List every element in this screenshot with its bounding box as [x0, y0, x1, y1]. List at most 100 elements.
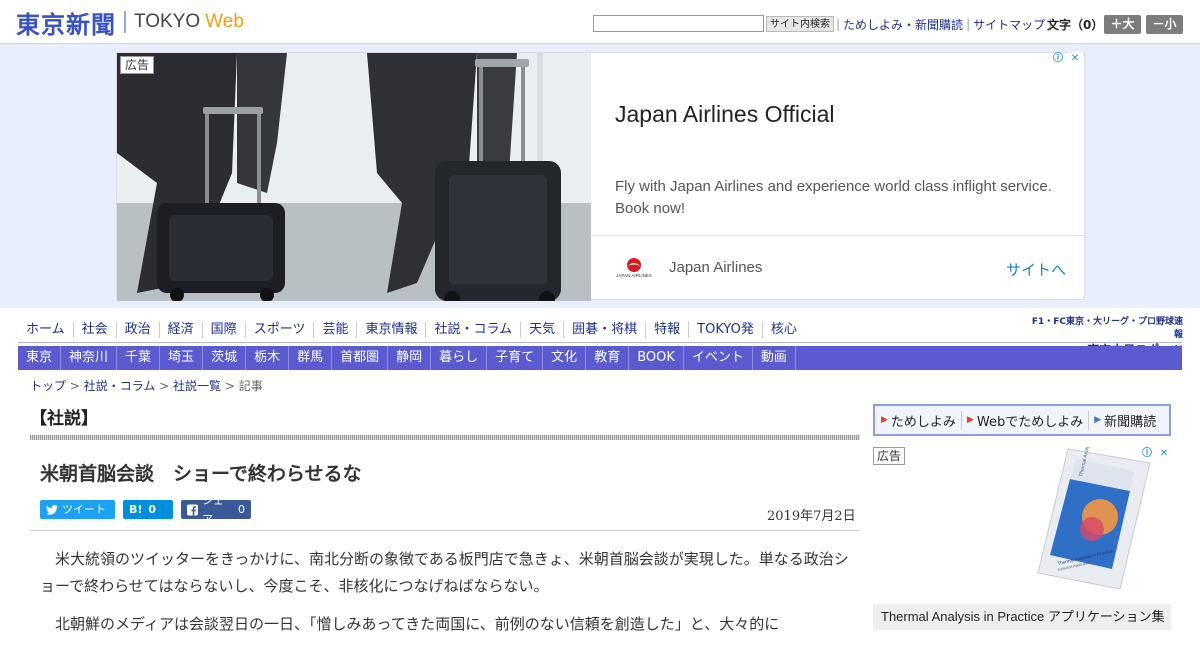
nav-item-society[interactable]: 社会	[72, 322, 116, 338]
sidebar-ad-close-icon[interactable]: ✕	[1157, 447, 1171, 461]
article-date: 2019年7月2日	[767, 509, 856, 524]
region-item-gunma[interactable]: 群馬	[289, 346, 333, 370]
main-navigation: ホーム 社会 政治 経済 国際 スポーツ 芸能 東京情報 社説・コラム 天気 囲…	[18, 320, 805, 340]
search-input[interactable]	[593, 15, 764, 32]
nav-item-tokyo-info[interactable]: 東京情報	[356, 322, 425, 338]
region-item-saitama[interactable]: 埼玉	[160, 346, 204, 370]
font-size-increase-button[interactable]: ＋大	[1104, 15, 1141, 34]
logo-english: TOKYO	[134, 11, 201, 32]
nav-item-editorial-column[interactable]: 社説・コラム	[425, 322, 520, 338]
promo-label: 新聞購読	[1104, 414, 1157, 430]
nav-item-home[interactable]: ホーム	[18, 322, 73, 338]
ad-close-icon[interactable]: ✕	[1068, 52, 1082, 66]
region-item-living[interactable]: 暮らし	[431, 346, 488, 370]
ad-brand-name: Japan Airlines	[669, 259, 763, 276]
breadcrumb-separator: >	[155, 379, 174, 393]
promo-label: ためしよみ	[890, 414, 956, 430]
breadcrumb-current: 記事	[238, 379, 263, 393]
arrow-right-icon: ▶	[881, 415, 888, 425]
promo-link-web-trial[interactable]: ▶ Webでためしよみ	[960, 410, 1088, 430]
region-item-book[interactable]: BOOK	[629, 346, 684, 370]
search-button[interactable]: サイト内検索	[766, 16, 834, 32]
section-title: 【社説】	[30, 409, 98, 429]
breadcrumb: トップ > 社説・コラム > 社説一覧 > 記事	[30, 377, 263, 394]
jal-crane-logo: JAPAN AIRLINES	[616, 258, 652, 278]
breadcrumb-separator: >	[221, 379, 239, 393]
breadcrumb-link-top[interactable]: トップ	[30, 379, 66, 393]
facebook-share-count: 0	[238, 503, 245, 516]
region-item-tokyo[interactable]: 東京	[18, 346, 62, 370]
region-item-metropolitan[interactable]: 首都圏	[332, 346, 389, 370]
hatena-icon: B!	[129, 503, 143, 516]
sidebar-ad-caption[interactable]: Thermal Analysis in Practice アプリケーション集	[873, 604, 1171, 630]
nav-item-economy[interactable]: 経済	[158, 322, 202, 338]
region-item-event[interactable]: イベント	[684, 346, 753, 370]
sidebar-ad-label: 広告	[873, 447, 906, 465]
logo-japanese: 東京新聞	[16, 9, 116, 39]
tweet-label: ツイート	[62, 503, 106, 516]
article-paragraph: 北朝鮮のメディアは会談翌日の一日、「憎しみあってきた両国に、前例のない信頼を創造…	[55, 615, 780, 633]
nav-item-kakushin[interactable]: 核心	[761, 322, 805, 338]
ad-headline[interactable]: Japan Airlines Official	[615, 101, 834, 128]
article-paragraph: 米大統領のツイッターをきっかけに、南北分断の象徴である板門店で急きょ、米朝首脳会…	[40, 550, 849, 595]
chunichi-tagline: F1・FC東京・大リーグ・プロ野球速報	[1031, 317, 1183, 340]
ad-cta-link[interactable]: サイトへ	[1006, 259, 1066, 280]
facebook-share-button[interactable]: シェア 0	[181, 494, 251, 526]
utility-link-sitemap[interactable]: サイトマップ	[970, 16, 1048, 33]
article-headline: 米朝首脳会談 ショーで終わらせるな	[40, 463, 362, 485]
region-item-ibaraki[interactable]: 茨城	[203, 346, 247, 370]
tweet-button[interactable]: ツイート	[40, 500, 115, 519]
nav-item-politics[interactable]: 政治	[115, 322, 159, 338]
ad-footer[interactable]: JAPAN AIRLINES Japan Airlines サイトへ	[590, 235, 1084, 300]
promo-link-trial[interactable]: ▶ ためしよみ	[881, 411, 961, 430]
jal-logo-text: JAPAN AIRLINES	[616, 273, 652, 278]
region-item-video[interactable]: 動画	[753, 346, 796, 370]
font-size-label: 文字（0）	[1047, 18, 1104, 32]
utility-links: | ためしよみ・新聞購読 | サイトマップ |	[836, 15, 1052, 33]
hatena-bookmark-button[interactable]: B! 0	[123, 500, 173, 519]
nav-item-special-report[interactable]: 特報	[645, 322, 688, 338]
ad-body-text: Fly with Japan Airlines and experience w…	[615, 178, 1052, 217]
section-divider	[30, 435, 860, 440]
arrow-right-icon: ▶	[966, 415, 974, 425]
subscription-promo-bar: ▶ ためしよみ ▶ Webでためしよみ ▶ 新聞購読	[873, 404, 1171, 436]
nav-item-entertainment[interactable]: 芸能	[313, 322, 356, 338]
promo-link-subscribe[interactable]: ▶ 新聞購読	[1088, 410, 1161, 430]
nav-divider	[18, 342, 1182, 343]
nav-item-international[interactable]: 国際	[201, 322, 245, 338]
region-item-chiba[interactable]: 千葉	[117, 346, 161, 370]
region-item-shizuoka[interactable]: 静岡	[388, 346, 432, 370]
region-item-parenting[interactable]: 子育て	[487, 346, 544, 370]
ad-photo-luggage[interactable]	[117, 53, 591, 301]
promo-label: Webでためしよみ	[976, 414, 1084, 430]
region-item-tochigi[interactable]: 栃木	[246, 346, 290, 370]
share-bar: ツイート B! 0 シェア 0	[40, 494, 251, 526]
region-item-education[interactable]: 教育	[586, 346, 630, 370]
site-header: 東京新聞 TOKYO Web サイト内検索 | ためしよみ・新聞購読 | サイト…	[0, 0, 1200, 44]
font-size-decrease-button[interactable]: －小	[1146, 15, 1183, 34]
sidebar-ad-book-image[interactable]: Thermal Analysis in Practice Collected A…	[1030, 447, 1158, 589]
nav-item-go-shogi[interactable]: 囲碁・将棋	[563, 322, 645, 338]
region-item-kanagawa[interactable]: 神奈川	[61, 346, 118, 370]
luggage-illustration	[117, 53, 591, 301]
breadcrumb-separator: >	[66, 379, 84, 393]
ad-controls: ⓘ ✕	[1051, 52, 1082, 66]
twitter-bird-icon	[46, 504, 58, 515]
nav-item-sports[interactable]: スポーツ	[244, 322, 314, 338]
region-item-culture[interactable]: 文化	[543, 346, 587, 370]
breadcrumb-link-editorial-list[interactable]: 社説一覧	[173, 379, 221, 393]
ad-info-icon[interactable]: ⓘ	[1051, 52, 1065, 66]
nav-item-weather[interactable]: 天気	[520, 322, 563, 338]
site-logo[interactable]: 東京新聞 TOKYO Web	[16, 6, 244, 39]
logo-web: Web	[205, 11, 244, 32]
breadcrumb-link-editorial[interactable]: 社説・コラム	[84, 379, 156, 393]
facebook-share-label: シェア	[201, 493, 224, 526]
article-body: 米大統領のツイッターをきっかけに、南北分断の象徴である板門店で急きょ、米朝首脳会…	[40, 546, 850, 649]
ad-label: 広告	[120, 56, 155, 74]
utility-link-subscribe[interactable]: ためしよみ・新聞購読	[840, 16, 966, 33]
facebook-icon	[187, 504, 198, 515]
article-divider	[30, 530, 860, 531]
nav-item-tokyo-hatsu[interactable]: TOKYO発	[688, 322, 762, 338]
arrow-right-icon: ▶	[1094, 415, 1102, 425]
region-navigation: 東京 神奈川 千葉 埼玉 茨城 栃木 群馬 首都圏 静岡 暮らし 子育て 文化 …	[18, 346, 1182, 370]
